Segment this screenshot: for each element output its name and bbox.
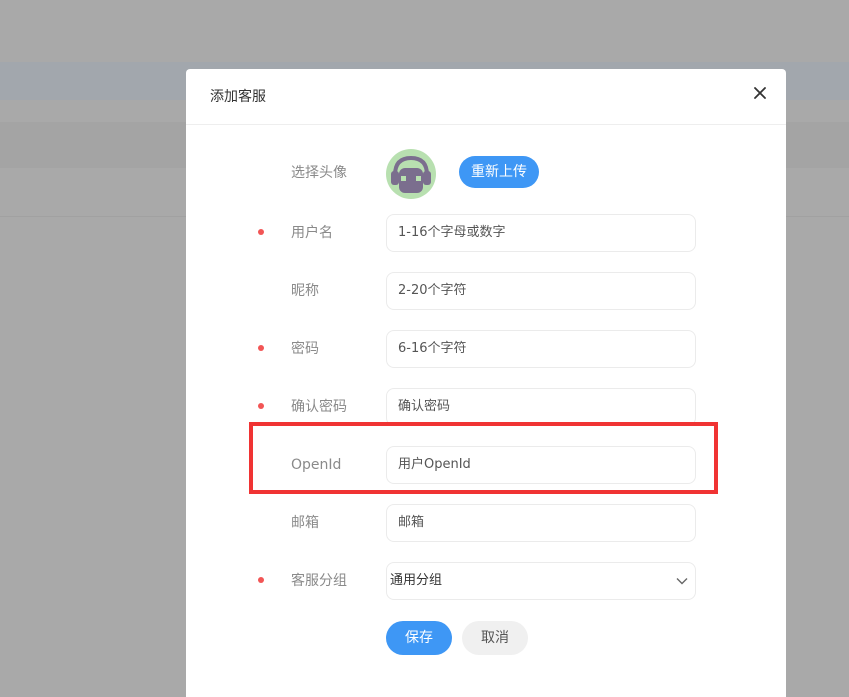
username-placeholder: 1-16个字母或数字 [398, 225, 506, 240]
group-label: 客服分组 [291, 573, 347, 589]
save-button[interactable]: 保存 [386, 621, 452, 655]
avatar-label: 选择头像 [291, 165, 347, 181]
email-placeholder: 邮箱 [398, 515, 425, 530]
avatar-icon [386, 149, 436, 199]
cancel-button[interactable]: 取消 [462, 621, 528, 655]
required-marker [258, 577, 264, 583]
confirm-password-label: 确认密码 [291, 399, 347, 415]
group-select-value: 通用分组 [390, 573, 443, 588]
email-row: 邮箱 邮箱 [186, 504, 786, 542]
required-marker [258, 403, 264, 409]
close-button[interactable] [748, 81, 772, 105]
email-input[interactable]: 邮箱 [386, 504, 696, 542]
confirm-password-row: 确认密码 确认密码 [186, 388, 786, 426]
username-row: 用户名 1-16个字母或数字 [186, 214, 786, 252]
username-input[interactable]: 1-16个字母或数字 [386, 214, 696, 252]
group-row: 客服分组 通用分组 [186, 562, 786, 600]
password-label: 密码 [291, 341, 319, 357]
dialog-title: 添加客服 [210, 89, 266, 105]
openid-highlight-box [249, 422, 718, 494]
required-marker [258, 345, 264, 351]
password-input[interactable]: 6-16个字符 [386, 330, 696, 368]
avatar[interactable] [386, 149, 436, 199]
confirm-password-placeholder: 确认密码 [398, 399, 451, 414]
nickname-label: 昵称 [291, 283, 319, 299]
nickname-placeholder: 2-20个字符 [398, 283, 467, 298]
dialog-header: 添加客服 [186, 69, 786, 125]
add-service-dialog: 添加客服 选择头像 重新上传 用户名 1-16个字母或数字 昵称 2-20个字符… [186, 69, 786, 697]
chevron-down-icon [676, 578, 688, 585]
confirm-password-input[interactable]: 确认密码 [386, 388, 696, 426]
password-row: 密码 6-16个字符 [186, 330, 786, 368]
username-label: 用户名 [291, 225, 333, 241]
password-placeholder: 6-16个字符 [398, 341, 467, 356]
group-select[interactable]: 通用分组 [386, 562, 696, 600]
nickname-input[interactable]: 2-20个字符 [386, 272, 696, 310]
close-icon [754, 87, 766, 99]
required-marker [258, 229, 264, 235]
nickname-row: 昵称 2-20个字符 [186, 272, 786, 310]
reupload-button[interactable]: 重新上传 [459, 156, 539, 188]
email-label: 邮箱 [291, 515, 319, 531]
